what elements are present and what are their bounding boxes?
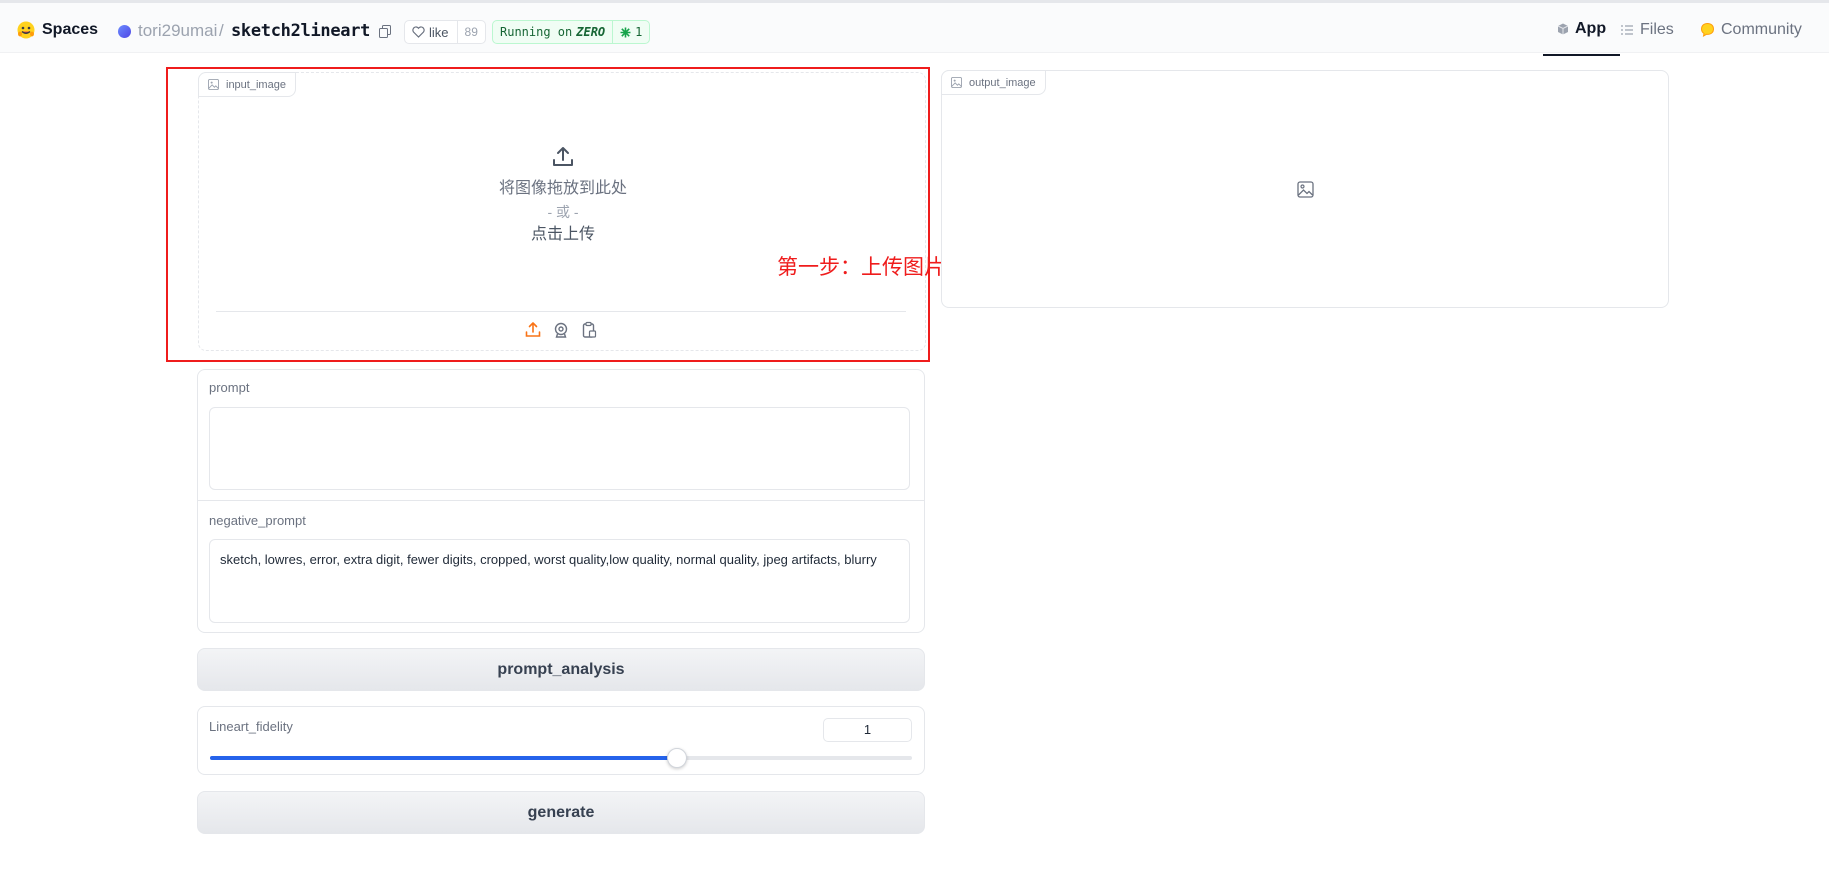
top-bar: Spaces tori29umai / sketch2lineart like … bbox=[0, 0, 1829, 56]
negative-prompt-textarea[interactable]: sketch, lowres, error, extra digit, fewe… bbox=[209, 539, 910, 623]
prompt-group: prompt negative_prompt sketch, lowres, e… bbox=[197, 369, 925, 633]
tab-community[interactable]: Community bbox=[1700, 3, 1802, 56]
step-one-note: 第一步：上传图片 bbox=[777, 255, 945, 279]
copy-icon[interactable] bbox=[379, 25, 391, 38]
field-divider bbox=[198, 500, 924, 501]
tab-app-label: App bbox=[1575, 19, 1607, 37]
prompt-label: prompt bbox=[209, 380, 250, 395]
output-image-label: output_image bbox=[941, 70, 1046, 95]
slider-thumb[interactable] bbox=[666, 748, 687, 768]
like-button[interactable]: like 89 bbox=[404, 20, 486, 44]
heart-icon bbox=[412, 26, 425, 38]
tab-app[interactable]: App bbox=[1543, 3, 1621, 56]
zero-count-value: 1 bbox=[635, 25, 643, 39]
files-icon bbox=[1621, 24, 1633, 35]
running-on-label: Running on ZERO bbox=[493, 21, 614, 43]
image-placeholder-icon bbox=[1297, 181, 1314, 198]
lineart-fidelity-slider[interactable] bbox=[210, 748, 912, 768]
owner-link[interactable]: tori29umai bbox=[138, 21, 217, 41]
output-image-panel: output_image bbox=[941, 70, 1669, 308]
generate-button[interactable]: generate bbox=[197, 791, 925, 834]
prompt-analysis-button[interactable]: prompt_analysis bbox=[197, 648, 925, 691]
path-separator: / bbox=[219, 21, 224, 40]
step-one-highlight-box bbox=[166, 67, 930, 362]
tab-files-label: Files bbox=[1640, 20, 1674, 38]
running-status-badge[interactable]: Running on ZERO 1 bbox=[492, 20, 651, 44]
zero-gpu-icon bbox=[620, 27, 631, 37]
like-count: 89 bbox=[464, 25, 478, 39]
owner-avatar bbox=[118, 25, 131, 38]
running-prefix: Running on bbox=[500, 25, 573, 39]
like-label: like bbox=[429, 24, 449, 40]
cube-icon bbox=[1557, 23, 1569, 34]
spaces-brand[interactable]: Spaces bbox=[16, 20, 98, 40]
lineart-fidelity-label: Lineart_fidelity bbox=[209, 719, 293, 734]
lineart-fidelity-number-input[interactable]: 1 bbox=[823, 718, 912, 742]
negative-prompt-label: negative_prompt bbox=[209, 513, 306, 528]
community-icon bbox=[1700, 22, 1715, 37]
repo-name-link[interactable]: sketch2lineart bbox=[231, 21, 370, 41]
lineart-fidelity-group: Lineart_fidelity bbox=[197, 706, 925, 775]
prompt-textarea[interactable] bbox=[209, 407, 910, 490]
image-icon bbox=[951, 77, 962, 88]
output-image-label-text: output_image bbox=[969, 76, 1036, 89]
tab-files[interactable]: Files bbox=[1620, 3, 1674, 56]
slider-fill bbox=[210, 756, 677, 760]
spaces-label: Spaces bbox=[42, 21, 99, 38]
running-hardware: ZERO bbox=[576, 25, 606, 39]
zero-gpu-count: 1 bbox=[613, 25, 649, 39]
like-part: like bbox=[405, 21, 458, 43]
hugging-face-logo-icon bbox=[17, 21, 35, 39]
tab-community-label: Community bbox=[1721, 20, 1802, 38]
